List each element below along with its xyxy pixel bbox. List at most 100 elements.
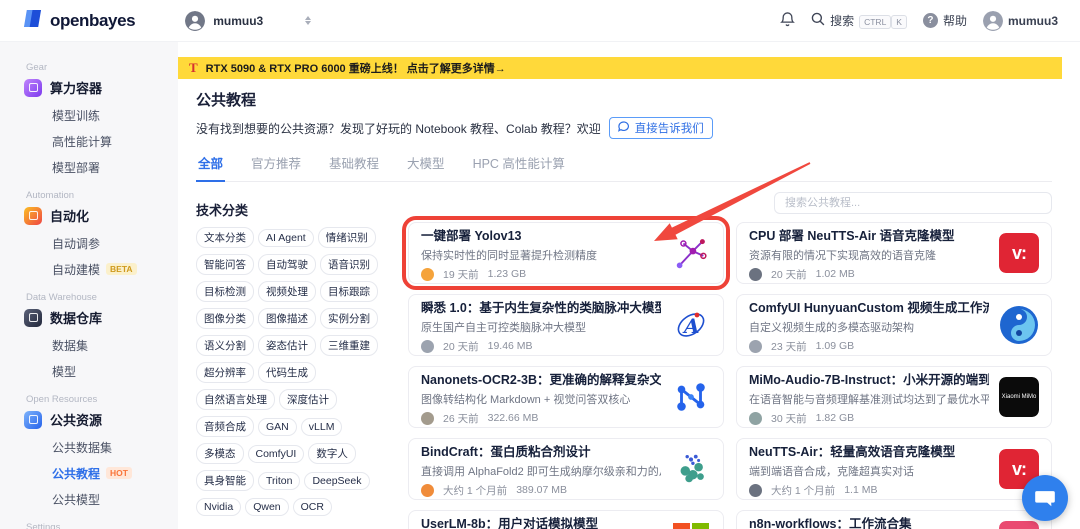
sidebar-section: Automation 自动化 自动调参 自动建模 BETA (24, 190, 170, 282)
tutorial-card[interactable]: Nanonets-OCR2-3B：更准确的解释复杂文档中的视 图像转结构化 Ma… (408, 366, 724, 428)
filter-tag[interactable]: 视频处理 (258, 281, 316, 302)
card-column-left: 一键部署 Yolov13 保持实时性的同时显著提升检测精度 19 天前 1.23… (402, 216, 730, 529)
sidebar-group-title: 自动化 (50, 209, 90, 224)
filter-tag[interactable]: 深度估计 (279, 389, 337, 410)
sidebar-item-label: 自动建模 (52, 262, 101, 277)
user-menu[interactable]: mumuu3 (982, 10, 1058, 31)
card-updated-time: 26 天前 (443, 412, 479, 425)
resources-icon (24, 410, 42, 429)
author-avatar (421, 339, 434, 353)
sidebar-item[interactable]: 高性能计算 (26, 128, 170, 154)
tab[interactable]: 大模型 (405, 149, 447, 182)
card-title: BindCraft：蛋白质粘合剂设计 (421, 444, 591, 459)
tutorial-card[interactable]: 一键部署 Yolov13 保持实时性的同时显著提升检测精度 19 天前 1.23… (402, 216, 730, 290)
filter-tag[interactable]: 目标跟踪 (320, 281, 378, 302)
tutorial-card[interactable]: MiMo-Audio-7B-Instruct：小米开源的端到端语音 在语音智能与… (736, 366, 1052, 428)
sidebar-item-label: 公共模型 (52, 492, 101, 507)
card-title: MiMo-Audio-7B-Instruct：小米开源的端到端语音 (749, 372, 989, 387)
tab[interactable]: 官方推荐 (249, 149, 303, 182)
filter-tag[interactable]: 图像分类 (196, 308, 254, 329)
card-description: 图像转结构化 Markdown + 视觉问答双核心 (421, 393, 631, 406)
sidebar-item-label: 模型训练 (52, 108, 101, 123)
sidebar-item[interactable]: 模型训练 (26, 102, 170, 128)
tutorial-search-input[interactable] (774, 192, 1052, 214)
filter-tag[interactable]: 自动驾驶 (258, 254, 316, 275)
filter-tag[interactable]: Nvidia (196, 498, 242, 516)
tutorial-list: 一键部署 Yolov13 保持实时性的同时显著提升检测精度 19 天前 1.23… (402, 188, 1052, 529)
filter-tag[interactable]: AI Agent (258, 229, 314, 247)
filter-tag[interactable]: GAN (258, 418, 297, 436)
sidebar-group[interactable]: 自动化 (24, 206, 170, 225)
card-size: 1.23 GB (487, 268, 527, 280)
workspace-selector[interactable]: mumuu3 (185, 10, 263, 31)
card-size: 1.82 GB (815, 412, 855, 424)
filter-tag[interactable]: 代码生成 (258, 362, 316, 383)
tutorial-card[interactable]: BindCraft：蛋白质粘合剂设计 直接调用 AlphaFold2 即可生成纳… (408, 438, 724, 500)
tab[interactable]: HPC 高性能计算 (471, 149, 567, 182)
filter-tag[interactable]: 图像描述 (258, 308, 316, 329)
workspace-avatar (185, 10, 206, 31)
sidebar-item[interactable]: 公共模型 (26, 486, 170, 512)
sidebar-item[interactable]: 模型 (26, 358, 170, 384)
filter-tag[interactable]: 超分辨率 (196, 362, 254, 383)
sidebar-section-eyebrow: Data Warehouse (26, 292, 97, 303)
tutorial-card[interactable]: n8n-workflows：工作流合集 汇集并标准化了世面上的 2,053 个工… (736, 510, 1052, 529)
global-search-button[interactable]: 搜索 CTRL K (811, 12, 907, 29)
sidebar-group[interactable]: 算力容器 (24, 78, 170, 97)
help-label: 帮助 (942, 14, 967, 28)
tab[interactable]: 基础教程 (327, 149, 381, 182)
tutorial-card[interactable]: UserLM-8b：用户对话模拟模型 微软发布的用户行为模拟模型，通过扮演用户角… (408, 510, 724, 529)
sidebar-item[interactable]: 模型部署 (26, 154, 170, 180)
sidebar-item[interactable]: 数据集 (26, 332, 170, 358)
sidebar-item[interactable]: 公共教程 HOT (26, 460, 170, 486)
sidebar-item[interactable]: 自动调参 (26, 230, 170, 256)
sidebar-item[interactable]: 自动建模 BETA (26, 256, 170, 282)
promo-banner[interactable]: T RTX 5090 & RTX PRO 6000 重磅上线！ 点击了解更多详情… (178, 57, 1062, 79)
sidebar-item[interactable]: 公共数据集 (26, 434, 170, 460)
openbayes-logo-icon (22, 9, 43, 33)
search-label: 搜索 (830, 14, 855, 28)
card-column-right: CPU 部署 NeuTTS-Air 语音克隆模型 资源有限的情况下实现高效的语音… (736, 222, 1052, 529)
tutorial-card[interactable]: ComfyUI HunyuanCustom 视频生成工作流教程 自定义视频生成的… (736, 294, 1052, 356)
tutorial-card[interactable]: NeuTTS-Air：轻量高效语音克隆模型 端到端语音合成，克隆超真实对话 大约… (736, 438, 1052, 500)
tell-us-label: 直接告诉我们 (634, 123, 704, 135)
tell-us-button[interactable]: 直接告诉我们 (608, 117, 713, 139)
help-button[interactable]: ? 帮助 (922, 12, 967, 29)
filter-tag[interactable]: Qwen (245, 498, 289, 516)
tutorial-card[interactable]: 瞬悉 1.0：基于内生复杂性的类脑脉冲大模型 原生国产自主可控类脑脉冲大模型 2… (408, 294, 724, 356)
filter-tag[interactable]: ComfyUI (247, 445, 305, 463)
author-avatar (749, 411, 762, 425)
filter-tag[interactable]: 数字人 (308, 443, 356, 464)
workspace-sort-toggle[interactable] (305, 16, 312, 25)
filter-tag[interactable]: vLLM (300, 418, 343, 436)
filter-tag[interactable]: 目标检测 (196, 281, 254, 302)
filter-tag[interactable]: 语义分割 (196, 335, 254, 356)
filter-tag[interactable]: 姿态估计 (258, 335, 316, 356)
tutorial-card[interactable]: CPU 部署 NeuTTS-Air 语音克隆模型 资源有限的情况下实现高效的语音… (736, 222, 1052, 284)
banner-icon: T (189, 60, 198, 75)
openbayes-logo[interactable]: openbayes (22, 9, 136, 33)
chat-widget-button[interactable] (1022, 475, 1068, 521)
filter-tag[interactable]: 音频合成 (196, 416, 254, 437)
card-description: 自定义视频生成的多模态驱动架构 (749, 321, 914, 334)
sidebar-group[interactable]: 数据仓库 (24, 308, 170, 327)
sidebar-section: Data Warehouse 数据仓库数据集 模型 (24, 292, 170, 384)
filter-tag[interactable]: Triton (258, 472, 301, 490)
tab[interactable]: 全部 (196, 149, 226, 182)
filter-tag[interactable]: OCR (292, 498, 332, 516)
card-description: 资源有限的情况下实现高效的语音克隆 (749, 249, 936, 262)
sidebar-section: Gear 算力容器 模型训练 高性能计算 模型部署 (24, 62, 170, 180)
filter-tag[interactable]: 自然语言处理 (196, 389, 275, 410)
card-title: 一键部署 Yolov13 (421, 228, 522, 243)
filter-tag[interactable]: 文本分类 (196, 227, 254, 248)
filter-tag[interactable]: 情绪识别 (317, 227, 376, 248)
filter-tag[interactable]: 智能问答 (196, 254, 254, 275)
sidebar-group[interactable]: 公共资源 (24, 410, 170, 429)
filter-tag[interactable]: 具身智能 (196, 470, 254, 491)
filter-tag[interactable]: 三维重建 (320, 335, 378, 356)
notifications-button[interactable] (780, 11, 795, 30)
filter-tag[interactable]: DeepSeek (304, 472, 370, 490)
filter-tag[interactable]: 语音识别 (320, 254, 378, 275)
filter-tag[interactable]: 实例分割 (320, 308, 378, 329)
filter-tag[interactable]: 多模态 (196, 443, 244, 464)
